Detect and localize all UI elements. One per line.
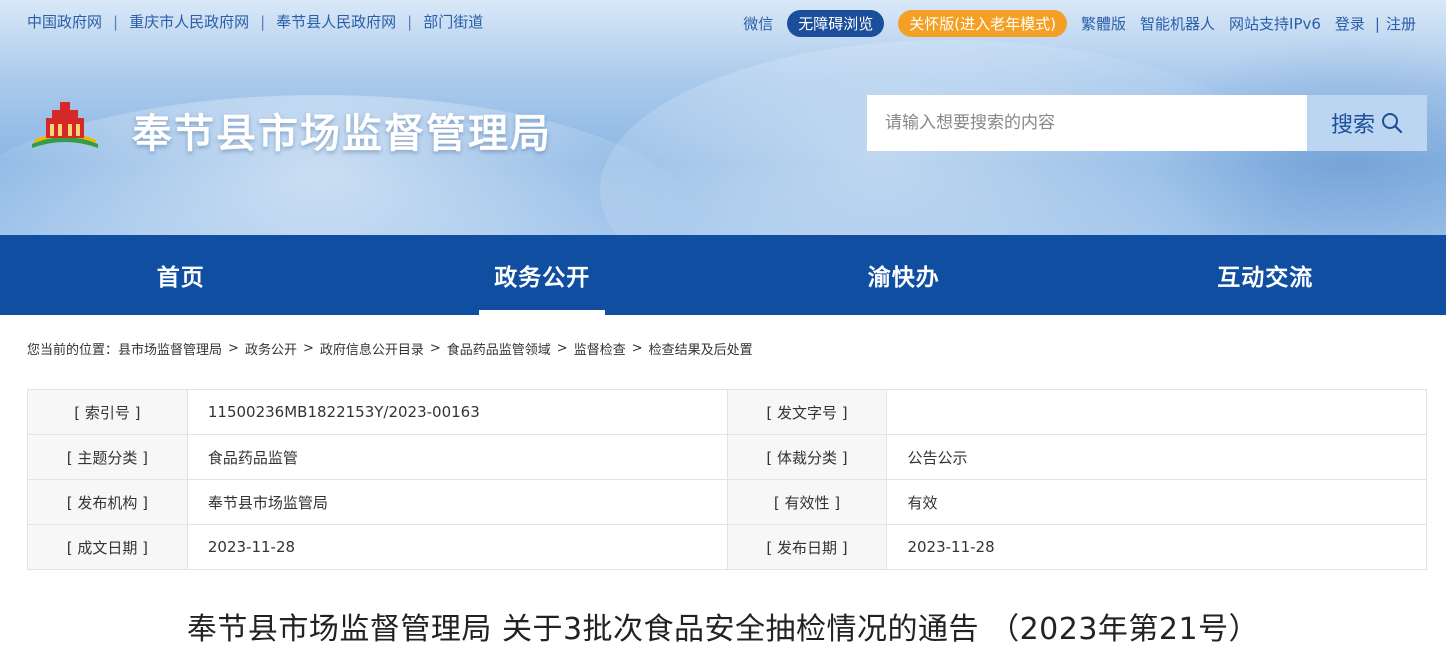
- meta-value: 奉节县市场监管局: [186, 479, 728, 525]
- table-row: [ 成文日期 ] 2023-11-28 [ 发布日期 ] 2023-11-28: [27, 524, 1427, 570]
- nav-item-label: 渝快办: [867, 265, 940, 291]
- breadcrumb-item[interactable]: 监督检查: [574, 339, 626, 358]
- breadcrumb-item[interactable]: 政务公开: [245, 339, 297, 358]
- main-nav: 首页 政务公开 渝快办 互动交流: [0, 235, 1446, 315]
- site-title: 奉节县市场监督管理局: [132, 111, 552, 157]
- search-input[interactable]: [867, 95, 1307, 151]
- link-chongqing-gov[interactable]: 重庆市人民政府网: [129, 11, 249, 32]
- divider: |: [1374, 14, 1380, 33]
- robot-link[interactable]: 智能机器人: [1140, 13, 1215, 34]
- breadcrumb-separator: >: [556, 341, 568, 356]
- table-row: [ 索引号 ] 11500236MB1822153Y/2023-00163 [ …: [27, 389, 1427, 435]
- breadcrumb-separator: >: [228, 341, 239, 356]
- breadcrumb-item[interactable]: 食品药品监管领域: [447, 339, 551, 358]
- article-title: 奉节县市场监督管理局 关于3批次食品安全抽检情况的通告 （2023年第21号）: [186, 612, 1260, 647]
- nav-item-government-affairs[interactable]: 政务公开: [362, 235, 724, 315]
- table-row: [ 发布机构 ] 奉节县市场监管局 [ 有效性 ] 有效: [27, 479, 1427, 525]
- nav-item-home[interactable]: 首页: [0, 235, 362, 315]
- document-meta-table: [ 索引号 ] 11500236MB1822153Y/2023-00163 [ …: [27, 389, 1427, 570]
- meta-value: 2023-11-28: [186, 524, 728, 570]
- header-banner: 中国政府网 | 重庆市人民政府网 | 奉节县人民政府网 | 部门街道 微信 无障…: [0, 0, 1446, 235]
- meta-value: 有效: [886, 479, 1427, 525]
- top-links: 中国政府网 | 重庆市人民政府网 | 奉节县人民政府网 | 部门街道: [27, 11, 483, 32]
- nav-item-label: 政务公开: [494, 265, 591, 291]
- meta-value: 公告公示: [886, 434, 1427, 480]
- link-departments[interactable]: 部门街道: [423, 11, 483, 32]
- meta-key: [ 发文字号 ]: [726, 389, 888, 435]
- link-fengjie-gov[interactable]: 奉节县人民政府网: [276, 11, 396, 32]
- meta-key: [ 体裁分类 ]: [726, 434, 888, 480]
- meta-key: [ 有效性 ]: [726, 479, 888, 525]
- meta-key: [ 成文日期 ]: [27, 524, 188, 570]
- breadcrumb-separator: >: [302, 341, 314, 356]
- breadcrumb-item[interactable]: 县市场监督管理局: [118, 339, 222, 358]
- breadcrumb-prefix: 您当前的位置：: [27, 343, 119, 358]
- nav-item-interaction[interactable]: 互动交流: [1085, 235, 1446, 315]
- divider: |: [407, 12, 413, 31]
- meta-key: [ 索引号 ]: [27, 389, 188, 435]
- nav-item-label: 互动交流: [1217, 265, 1314, 291]
- ipv6-link[interactable]: 网站支持IPv6: [1229, 13, 1321, 34]
- meta-value: 食品药品监管: [186, 434, 728, 480]
- divider: |: [260, 12, 266, 31]
- breadcrumb-item[interactable]: 政府信息公开目录: [320, 339, 424, 358]
- search-bar: 搜索: [867, 95, 1427, 151]
- traditional-chinese-link[interactable]: 繁體版: [1081, 13, 1126, 34]
- register-link[interactable]: 注册: [1386, 13, 1416, 34]
- breadcrumb-item[interactable]: 检查结果及后处置: [649, 339, 753, 358]
- wechat-link[interactable]: 微信: [743, 13, 773, 34]
- accessible-mode-button[interactable]: 无障碍浏览: [787, 10, 885, 37]
- top-bar: 中国政府网 | 重庆市人民政府网 | 奉节县人民政府网 | 部门街道 微信 无障…: [0, 0, 1446, 42]
- meta-value: 11500236MB1822153Y/2023-00163: [186, 389, 728, 435]
- meta-value: [886, 389, 1427, 435]
- breadcrumb-separator: >: [429, 341, 441, 356]
- emblem-logo: [32, 102, 98, 148]
- breadcrumb: 您当前的位置： 县市场监督管理局 > 政务公开 > 政府信息公开目录 > 食品药…: [27, 339, 753, 358]
- top-right-links: 微信 无障碍浏览 关怀版(进入老年模式) 繁體版 智能机器人 网站支持IPv6 …: [729, 10, 1416, 37]
- meta-key: [ 发布机构 ]: [27, 479, 188, 525]
- login-link[interactable]: 登录: [1335, 13, 1365, 34]
- nav-item-yukuaiban[interactable]: 渝快办: [723, 235, 1085, 315]
- elder-mode-button[interactable]: 关怀版(进入老年模式): [898, 10, 1067, 37]
- nav-item-label: 首页: [156, 265, 205, 291]
- meta-key: [ 主题分类 ]: [27, 434, 188, 480]
- table-row: [ 主题分类 ] 食品药品监管 [ 体裁分类 ] 公告公示: [27, 434, 1427, 480]
- search-button[interactable]: 搜索: [1307, 95, 1427, 151]
- search-button-label: 搜索: [1330, 113, 1375, 138]
- meta-key: [ 发布日期 ]: [726, 524, 888, 570]
- divider: |: [113, 12, 119, 31]
- meta-value: 2023-11-28: [886, 524, 1427, 570]
- link-gov-cn[interactable]: 中国政府网: [27, 11, 102, 32]
- search-icon: [1382, 113, 1403, 134]
- breadcrumb-separator: >: [631, 341, 643, 356]
